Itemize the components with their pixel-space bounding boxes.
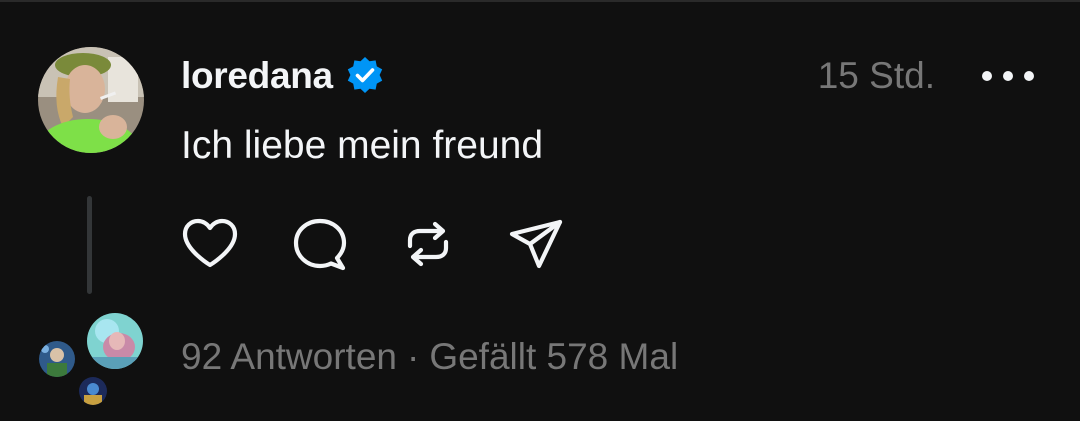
likes-count[interactable]: Gefällt 578 Mal [429, 336, 678, 377]
replies-count[interactable]: 92 Antworten [181, 336, 397, 377]
replier-avatar[interactable] [84, 310, 146, 372]
share-button[interactable] [506, 214, 566, 274]
top-divider [0, 0, 1080, 2]
stats-separator: · [406, 336, 420, 377]
post-text: Ich liebe mein freund [181, 124, 544, 167]
post-stats: 92 Antworten · Gefällt 578 Mal [181, 333, 678, 381]
username[interactable]: loredana [181, 55, 333, 97]
reply-button[interactable] [290, 214, 350, 274]
more-dot-icon [982, 71, 992, 81]
more-dot-icon [1024, 71, 1034, 81]
repost-button[interactable] [398, 214, 458, 274]
replier-avatar[interactable] [76, 374, 110, 408]
comment-icon [293, 218, 347, 271]
post-timestamp: 15 Std. [817, 55, 935, 96]
more-dot-icon [1003, 71, 1013, 81]
repost-icon [407, 221, 449, 267]
like-button[interactable] [180, 214, 240, 274]
verified-badge-icon [345, 56, 385, 96]
replier-avatar[interactable] [36, 338, 78, 380]
more-options-button[interactable] [982, 58, 1034, 94]
share-icon [509, 219, 563, 269]
thread-line [87, 196, 92, 294]
author-avatar[interactable] [38, 47, 144, 153]
heart-icon [182, 218, 238, 268]
post-header: loredana [181, 52, 385, 100]
